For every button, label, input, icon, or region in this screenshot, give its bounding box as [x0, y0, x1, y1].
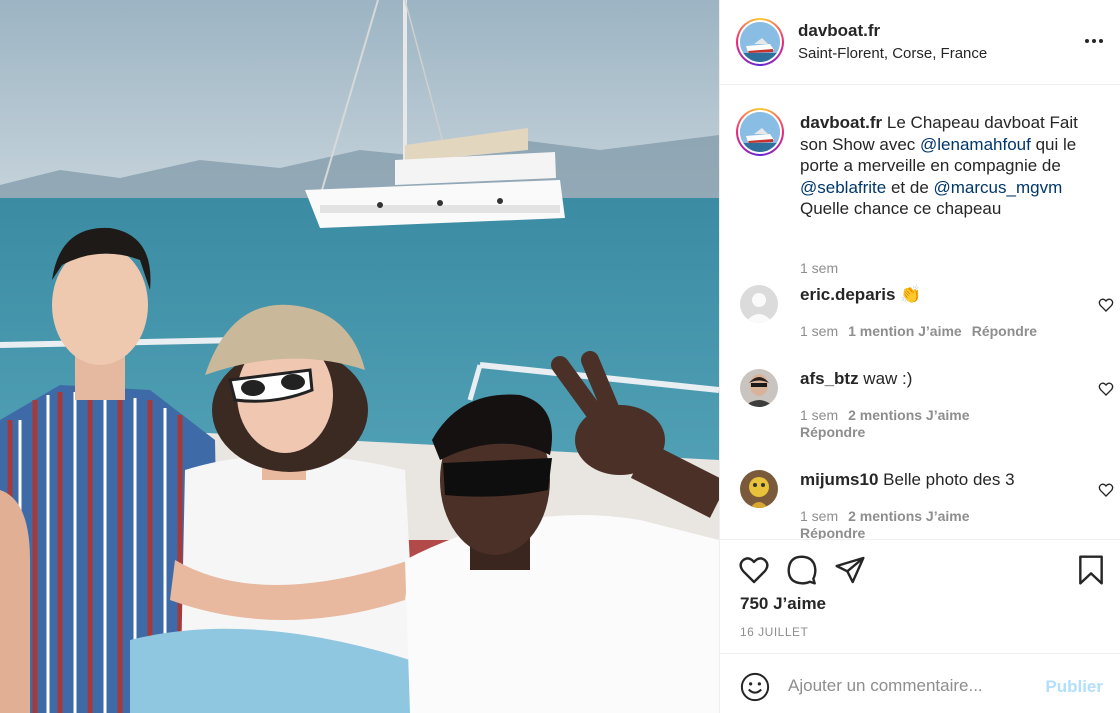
comment-bubble-icon — [787, 555, 817, 585]
comment-body: waw :) — [858, 369, 913, 388]
more-options-button[interactable] — [1083, 30, 1105, 52]
comment-meta: 1 sem 2 mentions J’aime — [800, 407, 970, 423]
share-button[interactable] — [834, 554, 866, 586]
comment-body: Belle photo des 3 — [878, 470, 1015, 489]
like-button[interactable] — [738, 554, 770, 586]
author-username[interactable]: davboat.fr — [798, 21, 880, 41]
mention-link[interactable]: @lenamahfouf — [920, 135, 1031, 154]
comment-username[interactable]: eric.deparis — [800, 285, 895, 304]
comment-like-button[interactable] — [1098, 482, 1114, 498]
post-sidebar: davboat.fr Saint-Florent, Corse, France — [719, 0, 1120, 713]
more-horizontal-icon — [1085, 39, 1103, 43]
caption-text-part: Quelle chance ce chapeau — [800, 199, 1002, 218]
comment-likes[interactable]: 1 mention J’aime — [848, 323, 962, 339]
like-count[interactable]: 750 J’aime — [740, 594, 826, 614]
bookmark-icon — [1079, 555, 1103, 585]
comment-button[interactable] — [786, 554, 818, 586]
post-location[interactable]: Saint-Florent, Corse, France — [798, 45, 987, 62]
comment-text: afs_btz waw :) — [800, 369, 912, 389]
comment-like-button[interactable] — [1098, 297, 1114, 313]
comment-time[interactable]: 1 sem — [800, 407, 838, 423]
heart-icon — [1098, 483, 1114, 497]
comment-body: 👏 — [895, 285, 922, 304]
boat-avatar-icon — [740, 112, 780, 152]
default-user-icon — [740, 285, 778, 323]
heart-icon — [739, 557, 769, 584]
user-photo-icon — [740, 369, 778, 407]
post-photo-illustration — [0, 0, 719, 713]
heart-icon — [1098, 298, 1114, 312]
comment-likes[interactable]: 2 mentions J’aime — [848, 508, 969, 524]
caption-timestamp[interactable]: 1 sem — [800, 260, 838, 276]
comment-meta: 1 sem 1 mention J’aime Répondre — [800, 323, 1037, 339]
reply-button[interactable]: Répondre — [972, 323, 1037, 339]
mention-link[interactable]: @seblafrite — [800, 178, 886, 197]
caption-author-avatar[interactable] — [736, 108, 784, 156]
boat-avatar-icon — [740, 22, 780, 62]
post-date: 16 JUILLET — [740, 625, 809, 639]
post-actions: 750 J’aime 16 JUILLET — [720, 539, 1120, 653]
user-photo-icon — [740, 470, 778, 508]
caption-text: davboat.fr Le Chapeau davboat Fait son S… — [800, 112, 1100, 220]
comments-section[interactable]: davboat.fr Le Chapeau davboat Fait son S… — [720, 86, 1120, 539]
comment-time[interactable]: 1 sem — [800, 508, 838, 524]
comment-like-button[interactable] — [1098, 381, 1114, 397]
mention-link[interactable]: @marcus_mgvm — [934, 178, 1063, 197]
post-header: davboat.fr Saint-Florent, Corse, France — [720, 0, 1120, 85]
heart-icon — [1098, 382, 1114, 396]
caption-username[interactable]: davboat.fr — [800, 113, 882, 132]
commenter-avatar[interactable] — [740, 285, 778, 323]
comment-input[interactable] — [788, 670, 1038, 702]
comment-username[interactable]: afs_btz — [800, 369, 859, 388]
comment-text: mijums10 Belle photo des 3 — [800, 470, 1015, 490]
comment-username[interactable]: mijums10 — [800, 470, 878, 489]
caption-text-part: et de — [886, 177, 934, 197]
emoji-button[interactable] — [740, 672, 770, 702]
reply-button[interactable]: Répondre — [800, 525, 865, 539]
comment-meta: 1 sem 2 mentions J’aime — [800, 508, 970, 524]
add-comment-bar: Publier — [720, 653, 1120, 713]
paper-plane-icon — [835, 556, 865, 584]
commenter-avatar[interactable] — [740, 470, 778, 508]
comment-likes[interactable]: 2 mentions J’aime — [848, 407, 969, 423]
commenter-avatar[interactable] — [740, 369, 778, 407]
save-button[interactable] — [1075, 554, 1107, 586]
smiley-icon — [740, 672, 770, 702]
post-photo[interactable] — [0, 0, 719, 713]
author-avatar[interactable] — [736, 18, 784, 66]
comment-time[interactable]: 1 sem — [800, 323, 838, 339]
reply-button[interactable]: Répondre — [800, 424, 865, 440]
publish-button[interactable]: Publier — [1045, 677, 1103, 697]
comment-text: eric.deparis 👏 — [800, 285, 921, 305]
